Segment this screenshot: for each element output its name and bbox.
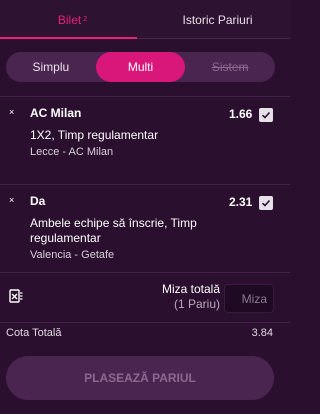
total-odds-value: 3.84	[251, 327, 273, 339]
bet-type-selector: Simplu Multi Sistem	[6, 52, 275, 82]
tab-history[interactable]: Istoric Pariuri	[145, 0, 290, 39]
betslip-tabs: Bilet 2 Istoric Pariuri	[0, 0, 290, 39]
selection-event: Lecce - AC Milan	[30, 146, 114, 158]
total-odds-label: Cota Totală	[6, 327, 62, 339]
selection-market: 1X2, Timp regulamentar	[30, 128, 159, 142]
selection-item: × AC Milan 1.66 1X2, Timp regulamentar L…	[0, 96, 290, 184]
checkbox-checked-icon	[261, 199, 271, 207]
total-odds-row: Cota Totală 3.84	[0, 322, 290, 342]
selection-odd: 1.66	[229, 107, 253, 121]
selection-name: Da	[30, 194, 46, 208]
checkbox-checked-icon	[261, 111, 271, 119]
selection-checkbox[interactable]	[259, 196, 273, 210]
clear-betslip-icon[interactable]	[9, 288, 23, 304]
remove-selection-button[interactable]: ×	[9, 195, 14, 205]
selection-checkbox[interactable]	[259, 108, 273, 122]
stake-label: Miza totală (1 Pariu)	[162, 282, 220, 312]
selection-item: × Da 2.31 Ambele echipe să înscrie, Timp…	[0, 184, 290, 272]
stake-input[interactable]	[224, 284, 274, 313]
stake-row: Miza totală (1 Pariu)	[0, 272, 290, 322]
ticket-count-badge: 2	[83, 16, 88, 23]
bet-type-system: Sistem	[211, 60, 249, 74]
selection-odd: 2.31	[229, 195, 253, 209]
stake-bet-count: (1 Pariu)	[173, 297, 220, 311]
bet-type-multi[interactable]: Multi	[95, 52, 186, 82]
tab-ticket-label: Bilet	[57, 12, 82, 27]
selection-name: AC Milan	[30, 106, 82, 120]
bet-type-single[interactable]: Simplu	[6, 52, 96, 82]
tab-ticket[interactable]: Bilet 2	[0, 0, 145, 39]
selection-market: Ambele echipe să înscrie, Timp regulamen…	[30, 216, 197, 245]
tab-history-label: Istoric Pariuri	[182, 12, 253, 27]
stake-label-text: Miza totală	[161, 282, 220, 296]
place-bet-button[interactable]: PLASEAZĂ PARIUL	[6, 356, 274, 400]
remove-selection-button[interactable]: ×	[9, 107, 14, 117]
selection-event: Valencia - Getafe	[30, 249, 115, 261]
active-tab-indicator	[0, 37, 137, 39]
